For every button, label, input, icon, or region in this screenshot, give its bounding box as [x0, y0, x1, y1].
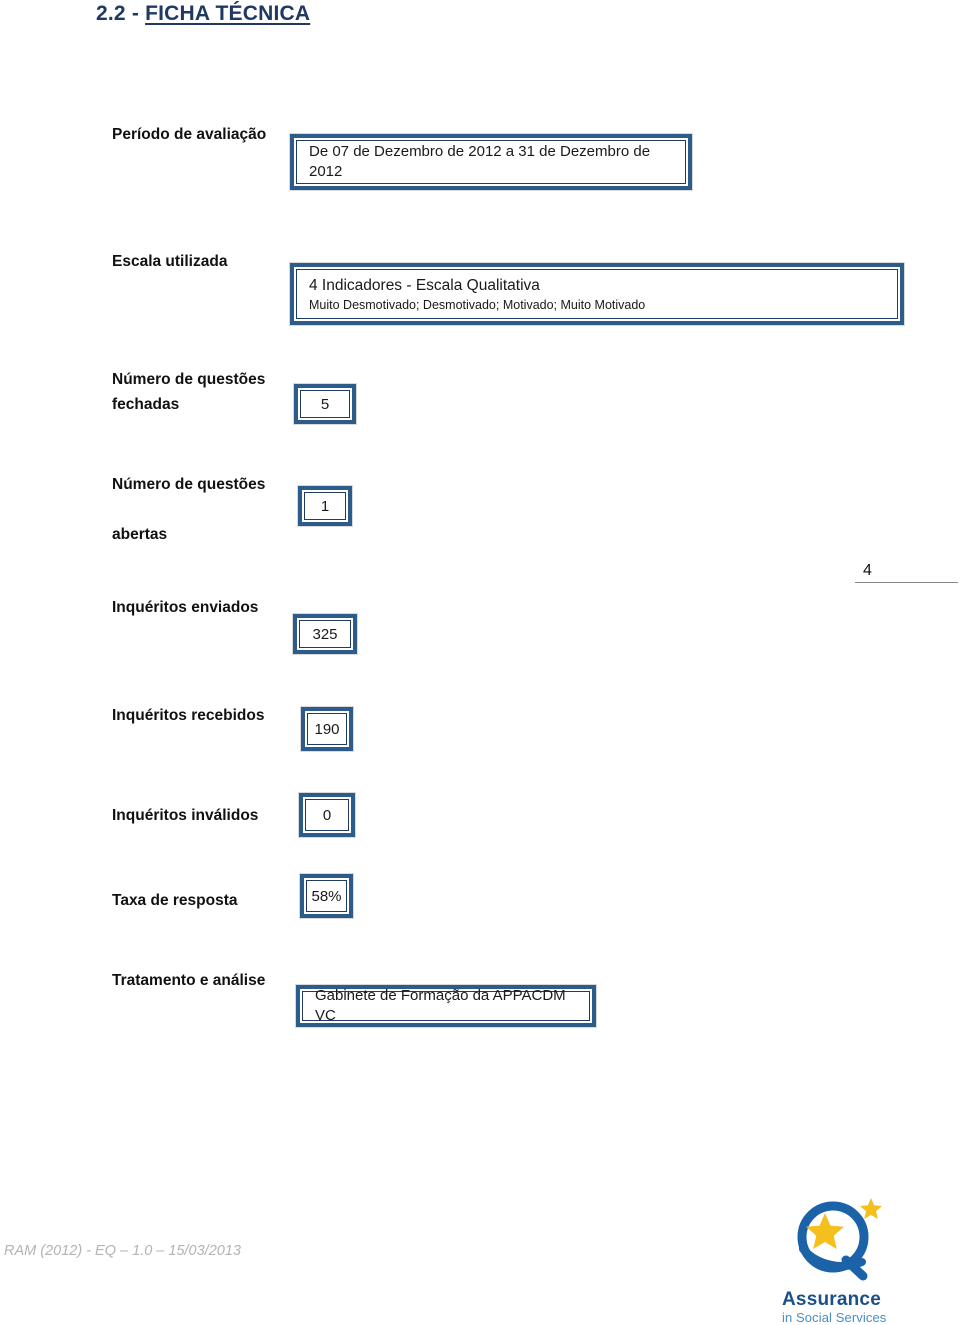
field-label-questoes-fechadas: Número de questões fechadas — [112, 371, 266, 413]
page-number-marker: 4 — [855, 562, 958, 583]
value-tratamento-analise: Gabinete de Formação da APPACDM VC — [315, 986, 566, 1024]
value-box-escala-utilizada: 4 Indicadores - Escala Qualitativa Muito… — [289, 262, 905, 326]
value-box-tratamento-analise: Gabinete de Formação da APPACDM VC — [295, 984, 597, 1028]
field-label-inqueritos-recebidos: Inquéritos recebidos — [112, 707, 265, 724]
footer-reference: RAM (2012) - EQ – 1.0 – 15/03/2013 — [4, 1243, 241, 1259]
value-inqueritos-recebidos: 190 — [314, 720, 340, 738]
value-box-questoes-abertas: 1 — [297, 485, 353, 527]
field-label-escala-utilizada: Escala utilizada — [112, 253, 228, 270]
field-label-tratamento-analise: Tratamento e análise — [112, 972, 266, 989]
value-box-inqueritos-invalidos: 0 — [298, 792, 356, 838]
page-number-rule — [855, 582, 958, 583]
value-taxa-resposta: 58% — [311, 887, 342, 905]
page-number: 4 — [863, 562, 872, 579]
logo-tagline: in Social Services — [782, 1310, 887, 1325]
page-title: 2.2 - FICHA TÉCNICA — [96, 2, 310, 26]
value-box-questoes-fechadas: 5 — [293, 383, 357, 425]
equass-logo: Assurance in Social Services — [770, 1196, 950, 1325]
value-questoes-fechadas: 5 — [320, 395, 330, 413]
value-inqueritos-invalidos: 0 — [322, 806, 332, 824]
field-label-inqueritos-enviados: Inquéritos enviados — [112, 599, 259, 616]
section-title-text: FICHA TÉCNICA — [145, 2, 311, 25]
field-label-periodo-avaliacao: Período de avaliação — [112, 126, 267, 143]
equass-q-icon — [797, 1198, 882, 1281]
value-questoes-abertas: 1 — [320, 497, 330, 515]
value-periodo-avaliacao: De 07 de Dezembro de 2012 a 31 de Dezemb… — [309, 142, 651, 180]
logo-wordmark: Assurance — [782, 1289, 881, 1310]
value-inqueritos-enviados: 325 — [312, 625, 338, 643]
field-label-taxa-resposta: Taxa de resposta — [112, 892, 238, 909]
field-label-questoes-abertas: Número de questões abertas — [112, 476, 266, 543]
value-box-taxa-resposta: 58% — [299, 873, 354, 919]
value-box-inqueritos-enviados: 325 — [292, 613, 358, 655]
value-box-periodo-avaliacao: De 07 de Dezembro de 2012 a 31 de Dezemb… — [289, 133, 693, 191]
section-number: 2.2 - — [96, 2, 146, 25]
value-escala-detalhe: Muito Desmotivado; Desmotivado; Motivado… — [309, 297, 646, 312]
value-escala-principal: 4 Indicadores - Escala Qualitativa — [309, 276, 540, 294]
value-box-inqueritos-recebidos: 190 — [300, 706, 354, 752]
field-label-inqueritos-invalidos: Inquéritos inválidos — [112, 807, 259, 824]
